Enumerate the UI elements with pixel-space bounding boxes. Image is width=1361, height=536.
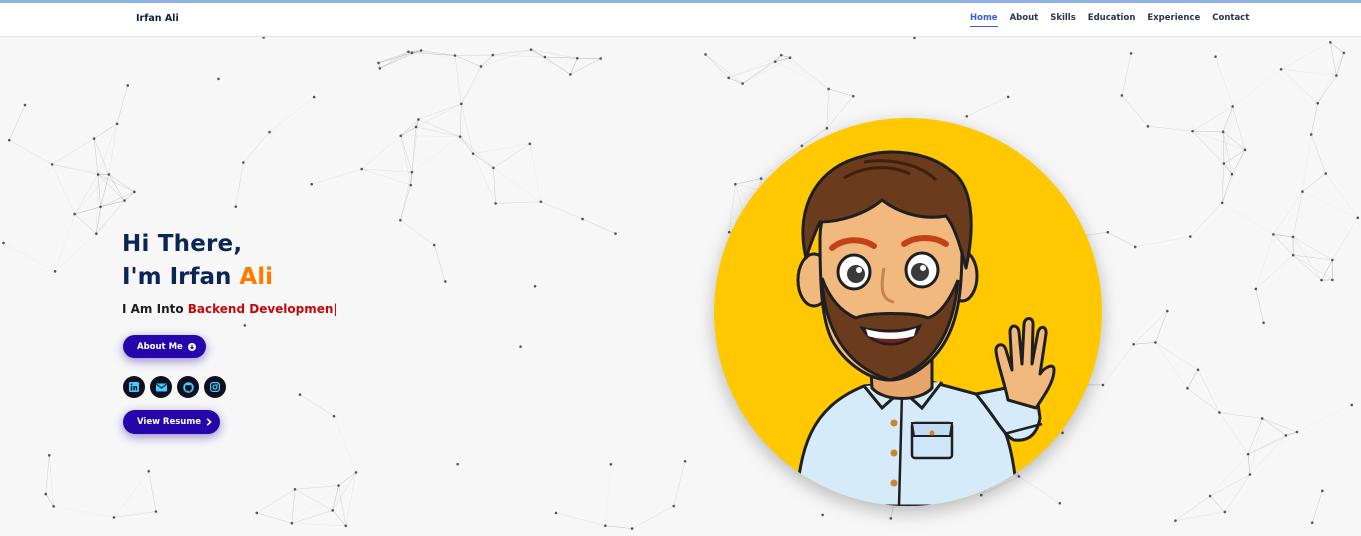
- hero-intro-prefix: I'm Irfan: [122, 264, 240, 290]
- nav-link-education[interactable]: Education: [1088, 13, 1136, 27]
- mail-icon: [155, 383, 167, 391]
- chevron-right-icon: [206, 418, 212, 426]
- linkedin-link[interactable]: [123, 376, 145, 398]
- about-me-button[interactable]: About Me: [123, 335, 206, 358]
- instagram-icon: [210, 382, 220, 392]
- nav-link-skills[interactable]: Skills: [1050, 13, 1076, 27]
- hero-intro: I'm Irfan Ali: [122, 260, 338, 294]
- nav-link-experience[interactable]: Experience: [1147, 13, 1200, 27]
- nav-link-home[interactable]: Home: [970, 13, 998, 27]
- linkedin-icon: [129, 382, 139, 392]
- mail-link[interactable]: [150, 376, 172, 398]
- typed-role: Backend Developmen: [187, 302, 334, 316]
- social-links: [123, 376, 226, 398]
- hero-text: Hi There, I'm Irfan Ali I Am Into Backen…: [122, 228, 338, 316]
- avatar-image: [714, 118, 1102, 506]
- cartoon-avatar-illustration: [794, 150, 1056, 506]
- view-resume-label: View Resume: [137, 417, 201, 427]
- hero-intro-accent: Ali: [239, 264, 273, 290]
- typed-role-line: I Am Into Backend Developmen|: [122, 302, 338, 316]
- instagram-link[interactable]: [204, 376, 226, 398]
- github-icon: [182, 381, 194, 393]
- navbar: Irfan Ali Home About Skills Education Ex…: [0, 3, 1361, 37]
- arrow-down-circle-icon: [187, 342, 196, 351]
- about-me-label: About Me: [137, 341, 183, 352]
- hero-greeting: Hi There,: [122, 231, 243, 257]
- github-link[interactable]: [177, 376, 199, 398]
- nav-links: Home About Skills Education Experience C…: [970, 13, 1249, 27]
- nav-link-contact[interactable]: Contact: [1212, 13, 1249, 27]
- view-resume-button[interactable]: View Resume: [123, 410, 220, 434]
- brand-logo[interactable]: Irfan Ali: [136, 13, 179, 24]
- typing-caret: |: [333, 302, 338, 316]
- nav-link-about[interactable]: About: [1010, 13, 1039, 27]
- typed-prefix: I Am Into: [122, 302, 188, 316]
